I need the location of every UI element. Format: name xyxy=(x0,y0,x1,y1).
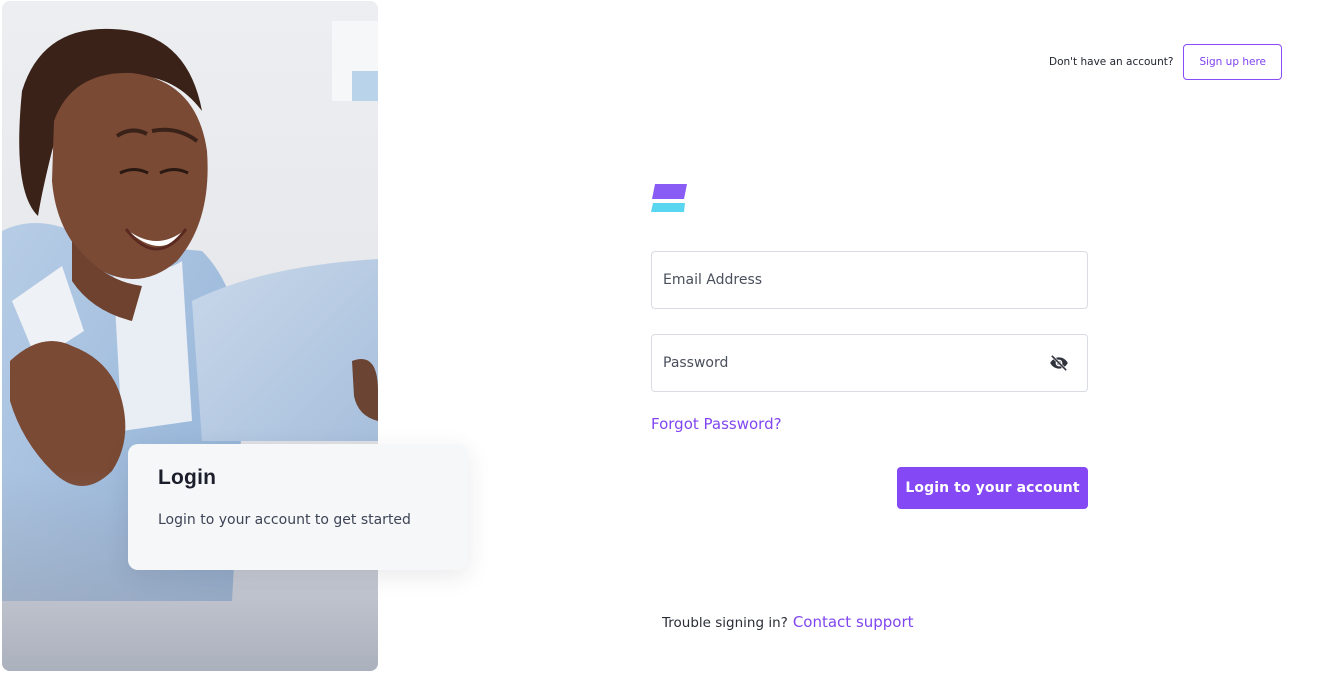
hero-card-title: Login xyxy=(158,466,217,489)
sign-up-button[interactable]: Sign up here xyxy=(1183,44,1282,80)
email-field[interactable] xyxy=(651,251,1088,309)
eye-off-icon[interactable] xyxy=(1048,352,1070,374)
hero-illustration xyxy=(2,1,378,671)
password-field[interactable] xyxy=(651,334,1088,392)
trouble-text: Trouble signing in? xyxy=(662,615,788,631)
login-button[interactable]: Login to your account xyxy=(897,467,1088,509)
signup-row: Don't have an account? Sign up here xyxy=(1049,44,1282,80)
email-input[interactable] xyxy=(663,272,1076,288)
hero-card-subtitle: Login to your account to get started xyxy=(158,512,411,528)
hero-panel xyxy=(2,1,378,671)
forgot-password-link[interactable]: Forgot Password? xyxy=(651,415,782,433)
trouble-signing-in: Trouble signing in? Contact support xyxy=(662,613,914,631)
brand-logo-icon xyxy=(651,184,687,212)
contact-support-link[interactable]: Contact support xyxy=(793,613,914,631)
password-input[interactable] xyxy=(663,355,1048,371)
signup-prompt: Don't have an account? xyxy=(1049,56,1174,68)
hero-login-card: Login Login to your account to get start… xyxy=(128,444,468,570)
